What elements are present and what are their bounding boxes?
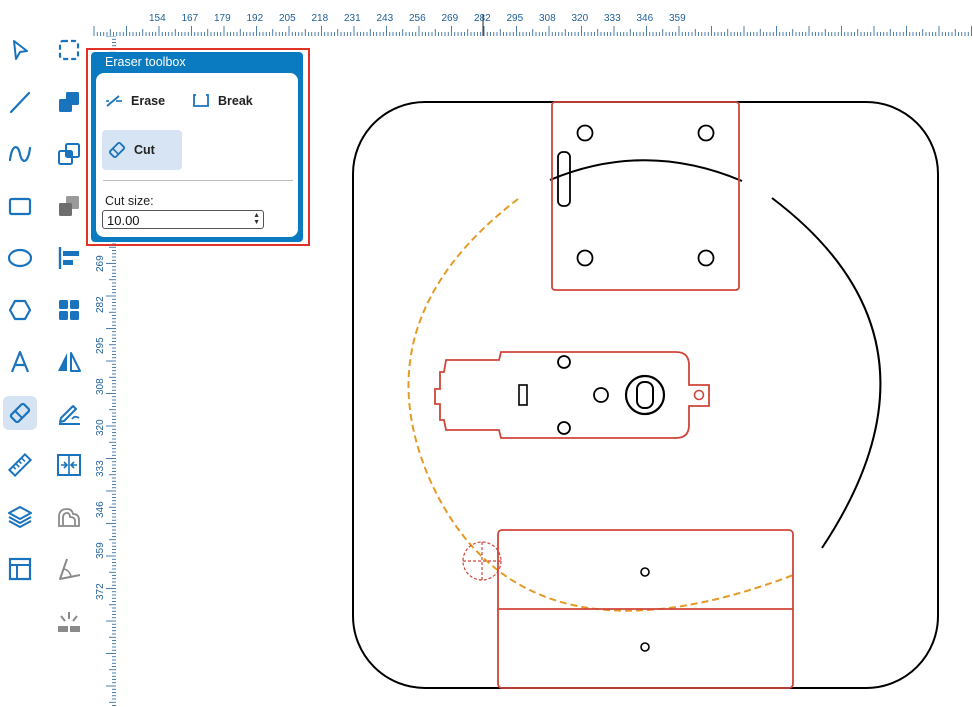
selection-highlight: [86, 48, 310, 246]
ruler-top-label: 167: [181, 13, 199, 24]
ruler-top-label: 192: [246, 13, 264, 24]
left-toolbar: [0, 0, 92, 707]
ruler-top-label: 295: [506, 13, 524, 24]
line-icon[interactable]: [3, 85, 37, 119]
curve-icon[interactable]: [3, 137, 37, 171]
outer-boundary-shape: [352, 101, 939, 689]
layout-icon[interactable]: [3, 552, 37, 586]
ruler-left-label: 346: [95, 501, 106, 518]
edit-path-icon[interactable]: [52, 396, 86, 430]
dashed-rect-icon[interactable]: [52, 33, 86, 67]
mirror-icon[interactable]: [52, 345, 86, 379]
ruler-top-label: 243: [376, 13, 394, 24]
offset-icon[interactable]: [52, 500, 86, 534]
ruler-top-label: 320: [571, 13, 589, 24]
rectangle-icon[interactable]: [3, 189, 37, 223]
ruler-left-label: 269: [95, 255, 106, 272]
ellipse-icon[interactable]: [3, 241, 37, 275]
layers-icon[interactable]: [3, 500, 37, 534]
union-icon[interactable]: [52, 85, 86, 119]
ruler-left-label: 333: [95, 460, 106, 477]
ruler-left-label: 308: [95, 378, 106, 395]
intersect-icon[interactable]: [52, 137, 86, 171]
text-icon[interactable]: [3, 345, 37, 379]
ruler-top-label: 218: [311, 13, 329, 24]
distribute-icon[interactable]: [52, 448, 86, 482]
ruler-top-label: 256: [409, 13, 426, 24]
ruler-top-label: 282: [474, 13, 491, 24]
select-arrow-icon[interactable]: [3, 33, 37, 67]
ruler-left-label: 320: [95, 419, 106, 436]
polygon-icon[interactable]: [3, 293, 37, 327]
ruler-top-label: 205: [279, 13, 296, 24]
ruler-top-label: 308: [539, 13, 556, 24]
align-left-icon[interactable]: [52, 241, 86, 275]
ruler-left-label: 282: [95, 296, 106, 313]
ruler-left-label: 359: [95, 542, 106, 559]
ruler-top-label: 231: [344, 13, 361, 24]
ruler-left-label: 372: [95, 583, 106, 600]
ruler-icon[interactable]: [3, 448, 37, 482]
ruler-top-label: 346: [636, 13, 654, 24]
ruler-left-label: 295: [95, 337, 106, 354]
ruler-top-label: 269: [441, 13, 459, 24]
ruler-top-label: 179: [214, 13, 231, 24]
ruler-top-label: 154: [149, 13, 166, 24]
light-icon[interactable]: [52, 604, 86, 638]
middle-bracket: [434, 351, 710, 439]
eraser-icon[interactable]: [3, 396, 37, 430]
eraser-cursor: [462, 541, 502, 581]
horizontal-ruler[interactable]: 154 167 179 192 205 218 231 243 256 269 282 295 308 3…: [92, 0, 973, 36]
subtract-icon[interactable]: [52, 189, 86, 223]
ruler-top-label: 333: [604, 13, 621, 24]
right-arc: [771, 197, 882, 549]
grid-icon[interactable]: [52, 293, 86, 327]
angle-icon[interactable]: [52, 552, 86, 586]
top-arc: [549, 159, 743, 182]
ruler-top-label: 359: [669, 13, 686, 24]
top-plate: [551, 101, 740, 291]
